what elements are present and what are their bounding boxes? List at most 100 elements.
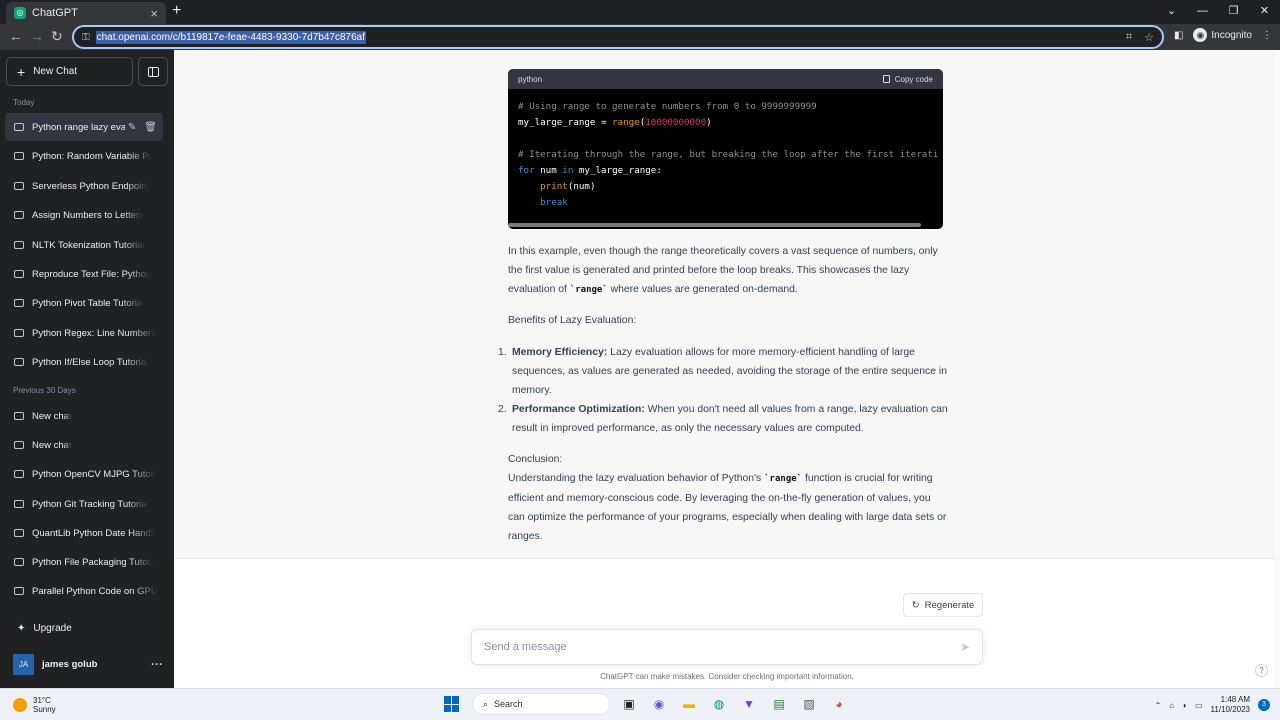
chat-bubble-icon: [14, 152, 24, 160]
chat-item[interactable]: Python File Packaging Tutori: [5, 548, 163, 576]
chat-item-label: Serverless Python Endpoint: [32, 180, 150, 192]
chat-item-label: New chat: [32, 439, 72, 451]
back-icon[interactable]: ←: [9, 28, 23, 44]
chat-item[interactable]: Assign Numbers to Letters: [5, 201, 163, 229]
chat-app-icon[interactable]: ◉: [648, 693, 670, 715]
chat-item[interactable]: Python Regex: Line Numbers: [5, 319, 163, 347]
group-title-previous-30-days: Previous 30 Days: [13, 386, 76, 395]
app-triangle-icon[interactable]: ▼: [738, 693, 760, 715]
scrollbar[interactable]: [1274, 50, 1280, 688]
chat-item[interactable]: Python Git Tracking Tutorial: [5, 490, 163, 518]
forward-icon[interactable]: →: [30, 28, 44, 44]
chat-item[interactable]: NLTK Tokenization Tutorial: [5, 231, 163, 259]
chat-item[interactable]: Parallel Python Code on GPU: [5, 577, 163, 605]
weather-widget[interactable]: 31°C Sunny: [13, 696, 56, 714]
code-number: 10000000000: [645, 117, 707, 128]
refresh-icon: ↻: [911, 599, 920, 611]
excel-like-icon[interactable]: ▤: [768, 693, 790, 715]
site-info-icon[interactable]: ⚿: [82, 32, 90, 43]
file-explorer-icon[interactable]: ▬: [678, 693, 700, 715]
list-item-title: Memory Efficiency:: [512, 347, 608, 358]
chat-bubble-icon: [14, 182, 24, 190]
conclusion-paragraph: Understanding the lazy evaluation behavi…: [508, 469, 948, 546]
incognito-icon: ◉: [1193, 28, 1208, 42]
chat-item-label: Assign Numbers to Letters: [32, 209, 144, 221]
user-name: james golub: [42, 658, 98, 670]
url-text[interactable]: chat.openai.com/c/b119817e-feae-4483-933…: [95, 30, 366, 44]
chat-item[interactable]: Python: Random Variable Pr: [5, 142, 163, 170]
code-horizontal-scrollbar[interactable]: [508, 223, 921, 227]
close-sidebar-button[interactable]: [138, 57, 168, 86]
chrome-icon[interactable]: ◕: [828, 693, 850, 715]
network-icon[interactable]: ⌂: [1169, 701, 1174, 710]
close-tab-icon[interactable]: ×: [150, 6, 158, 21]
minimize-icon[interactable]: —: [1187, 0, 1218, 22]
code-keyword: in: [562, 165, 574, 176]
chat-item-label: Python Regex: Line Numbers: [32, 327, 157, 339]
clipboard-icon: [882, 75, 890, 83]
incognito-badge[interactable]: ◉ Incognito: [1193, 28, 1252, 42]
list-item: 2. Performance Optimization: When you do…: [498, 400, 948, 438]
upgrade-label: Upgrade: [33, 623, 72, 634]
upgrade-button[interactable]: ✦ Upgrade: [17, 623, 72, 634]
avatar: JA: [13, 653, 34, 675]
delete-trash-icon[interactable]: 🗑: [144, 122, 157, 133]
tab-search-icon[interactable]: ⌄: [1156, 0, 1187, 22]
chat-item[interactable]: Python If/Else Loop Tutorial: [5, 348, 163, 376]
benefits-heading: Benefits of Lazy Evaluation:: [508, 315, 637, 326]
taskbar-search[interactable]: ⌕ Search: [472, 693, 610, 715]
help-button[interactable]: ?: [1255, 664, 1268, 677]
tab-title: ChatGPT: [32, 7, 78, 19]
browser-tab[interactable]: ◎ ChatGPT ×: [6, 2, 166, 24]
new-chat-button[interactable]: + New Chat: [6, 57, 133, 86]
new-tab-button[interactable]: +: [172, 2, 181, 20]
chat-bubble-icon: [14, 441, 24, 449]
taskbar-search-label: Search: [494, 699, 523, 709]
send-icon[interactable]: ➤: [960, 640, 970, 654]
plus-icon: +: [17, 63, 26, 80]
task-view-icon[interactable]: ▣: [618, 693, 640, 715]
reload-icon[interactable]: ↻: [51, 28, 63, 45]
chat-item[interactable]: Python Pivot Table Tutorial: [5, 289, 163, 317]
message-composer[interactable]: ➤: [471, 629, 983, 665]
code-block-header: python Copy code: [508, 69, 943, 89]
message-input[interactable]: [484, 641, 960, 653]
chat-item[interactable]: Reproduce Text File: Python: [5, 260, 163, 288]
chat-bubble-icon: [14, 211, 24, 219]
clock[interactable]: 1:48 AM 11/10/2023: [1211, 695, 1250, 715]
close-window-icon[interactable]: ✕: [1249, 0, 1280, 22]
battery-icon[interactable]: ▭: [1195, 701, 1203, 710]
restore-icon[interactable]: ❐: [1218, 0, 1249, 22]
rename-pencil-icon[interactable]: ✎: [128, 122, 136, 133]
chat-item[interactable]: Serverless Python Endpoint: [5, 172, 163, 200]
chatgpt-favicon-icon: ◎: [14, 7, 26, 19]
code-keyword: break: [540, 197, 568, 208]
list-item: 1. Memory Efficiency: Lazy evaluation al…: [498, 343, 948, 400]
menu-kebab-icon[interactable]: ⋮: [1262, 30, 1272, 41]
windows-start-icon[interactable]: [444, 696, 460, 712]
conclusion-heading: Conclusion:: [508, 454, 563, 465]
chat-item-label: Python If/Else Loop Tutorial: [32, 356, 149, 368]
address-bar[interactable]: ⚿ chat.openai.com/c/b119817e-feae-4483-9…: [72, 25, 1164, 49]
code-token: range: [612, 117, 640, 128]
chat-item[interactable]: New chat: [5, 402, 163, 430]
notification-badge[interactable]: 3: [1258, 699, 1270, 711]
copy-code-button[interactable]: Copy code: [882, 75, 933, 84]
side-panel-icon[interactable]: ◧: [1174, 30, 1183, 41]
qr-code-icon[interactable]: ⌗: [1126, 31, 1132, 44]
edge-browser-icon[interactable]: ◍: [708, 693, 730, 715]
chat-item-label: New chat: [32, 410, 72, 422]
chat-item[interactable]: QuantLib Python Date Handli: [5, 519, 163, 547]
chat-item-active[interactable]: Python range lazy eval ✎ 🗑: [5, 113, 163, 141]
regenerate-button[interactable]: ↻ Regenerate: [903, 593, 983, 617]
user-menu[interactable]: JA james golub ···: [13, 653, 163, 675]
chevron-up-icon[interactable]: ⌃: [1155, 701, 1162, 710]
bookmark-star-icon[interactable]: ☆: [1144, 31, 1154, 44]
chat-item-label: NLTK Tokenization Tutorial: [32, 239, 145, 251]
volume-icon[interactable]: ◖: [1182, 701, 1187, 710]
chat-item[interactable]: Python OpenCV MJPG Tutori: [5, 460, 163, 488]
more-options-icon[interactable]: ···: [151, 657, 163, 671]
photos-app-icon[interactable]: ▧: [798, 693, 820, 715]
chat-item[interactable]: New chat: [5, 431, 163, 459]
chat-item-label: Python OpenCV MJPG Tutori: [32, 468, 157, 480]
